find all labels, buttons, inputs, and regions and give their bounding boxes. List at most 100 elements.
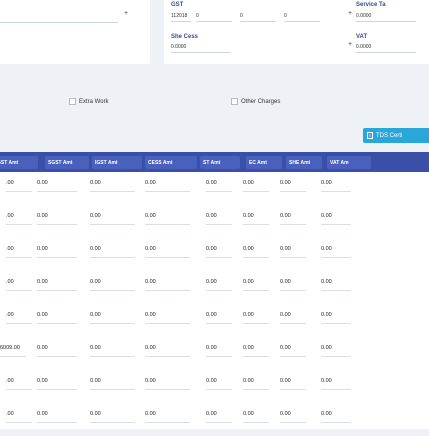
table-cell[interactable]: 0.00 <box>243 279 269 291</box>
column-header[interactable]: GST Amt <box>0 156 38 169</box>
table-cell[interactable]: 0.00 <box>280 345 306 357</box>
table-cell[interactable]: 0.00 <box>90 279 135 291</box>
table-cell[interactable]: 0.00 <box>37 180 77 192</box>
table-cell[interactable]: 0.00 <box>280 180 306 192</box>
service-tax-underline <box>356 21 416 22</box>
table-cell[interactable]: 0.00 <box>90 411 135 423</box>
table-cell[interactable]: 0.00 <box>37 279 77 291</box>
gst-value-4[interactable]: 0 <box>284 13 287 19</box>
cell-value: 0.00 <box>90 411 101 417</box>
table-cell[interactable]: 0.00 <box>37 411 77 423</box>
tds-certificate-button[interactable]: ≡ TDS Certi <box>363 128 429 143</box>
table-cell[interactable]: 0.00 <box>280 312 306 324</box>
cell-value: 0.00 <box>280 279 291 285</box>
table-cell[interactable]: 0.00 <box>243 411 269 423</box>
table-cell[interactable]: .00 <box>6 213 32 225</box>
table-cell[interactable]: 0.00 <box>243 345 269 357</box>
checkbox-box[interactable] <box>69 98 76 105</box>
table-cell[interactable]: .00 <box>6 378 32 390</box>
table-cell[interactable]: .00 <box>6 312 32 324</box>
table-cell[interactable]: .00 <box>6 180 32 192</box>
add-service-tax-plus[interactable]: + <box>348 10 352 17</box>
table-cell[interactable]: 0.00 <box>206 411 232 423</box>
table-cell[interactable]: 0.00 <box>206 378 232 390</box>
column-header[interactable]: SGST Amt <box>45 156 89 169</box>
table-cell[interactable]: 0.00 <box>90 378 135 390</box>
table-cell[interactable]: .00 <box>6 246 32 258</box>
table-cell[interactable]: 0.00 <box>280 378 306 390</box>
table-cell[interactable]: 0.00 <box>90 312 135 324</box>
table-cell[interactable]: 0.00 <box>37 246 77 258</box>
table-cell[interactable]: 0.00 <box>321 411 351 423</box>
table-cell[interactable]: 0.00 <box>206 213 232 225</box>
table-cell[interactable]: 0.00 <box>321 378 351 390</box>
table-cell[interactable]: 0.00 <box>37 345 77 357</box>
table-cell[interactable]: 0.00 <box>321 279 351 291</box>
table-cell[interactable]: 0.00 <box>206 312 232 324</box>
table-cell[interactable]: .00 <box>6 411 32 423</box>
table-cell[interactable]: 0.00 <box>243 378 269 390</box>
column-header[interactable]: ST Amt <box>200 156 240 169</box>
table-cell[interactable]: 0.00 <box>280 213 306 225</box>
table-cell[interactable]: 0.00 <box>145 279 190 291</box>
cell-value: 0.00 <box>321 411 332 417</box>
table-cell[interactable]: 0.00 <box>321 312 351 324</box>
vat-underline <box>356 52 416 53</box>
table-cell[interactable]: 0.00 <box>243 180 269 192</box>
cell-value: 0.00 <box>206 312 217 318</box>
table-cell[interactable]: 0.00 <box>145 213 190 225</box>
cell-value: 0.00 <box>243 411 254 417</box>
table-cell[interactable]: 0.00 <box>145 180 190 192</box>
tax-form-panel: GST 112018 0 0 0 + Service Ta 0.0000 She… <box>164 0 429 64</box>
add-left-plus[interactable]: + <box>124 10 128 17</box>
table-cell[interactable]: 0.00 <box>206 279 232 291</box>
table-cell[interactable]: 0.00 <box>90 180 135 192</box>
column-header[interactable]: VAT Am <box>327 156 371 169</box>
table-cell[interactable]: 0.00 <box>90 246 135 258</box>
cell-value: 0.00 <box>243 246 254 252</box>
cell-value: 0.00 <box>206 180 217 186</box>
table-cell[interactable]: 0.00 <box>243 312 269 324</box>
table-cell[interactable]: 0.00 <box>243 213 269 225</box>
gst-value-1[interactable]: 112018 <box>171 13 187 19</box>
table-cell[interactable]: 0.00 <box>90 213 135 225</box>
table-cell[interactable]: 0.00 <box>321 180 351 192</box>
table-cell[interactable]: 0.00 <box>145 345 190 357</box>
add-vat-plus[interactable]: + <box>348 41 352 48</box>
gst-value-2[interactable]: 0 <box>196 13 199 19</box>
table-cell[interactable]: 6009.00 <box>0 345 26 357</box>
table-cell[interactable]: 0.00 <box>145 411 190 423</box>
column-header[interactable]: CESS Amt <box>145 156 197 169</box>
table-cell[interactable]: 0.00 <box>206 180 232 192</box>
checkbox-box[interactable] <box>231 98 238 105</box>
table-cell[interactable]: 0.00 <box>280 279 306 291</box>
cell-value: 6009.00 <box>0 345 20 351</box>
she-cess-value[interactable]: 0.0000 <box>171 44 186 50</box>
table-cell[interactable]: 0.00 <box>206 345 232 357</box>
table-cell[interactable]: 0.00 <box>280 411 306 423</box>
table-cell[interactable]: 0.00 <box>321 246 351 258</box>
column-header[interactable]: EC Amt <box>246 156 282 169</box>
column-header[interactable]: IGST Amt <box>92 156 142 169</box>
vat-value[interactable]: 0.0000 <box>356 44 371 50</box>
table-cell[interactable]: 0.00 <box>37 213 77 225</box>
cell-value: 0.00 <box>280 213 291 219</box>
table-cell[interactable]: 0.00 <box>145 378 190 390</box>
extra-work-checkbox[interactable]: Extra Work <box>69 98 109 105</box>
other-charges-checkbox[interactable]: Other Charges <box>231 98 280 105</box>
service-tax-value[interactable]: 0.0000 <box>356 13 371 19</box>
column-header[interactable]: SHE Amt <box>286 156 322 169</box>
table-cell[interactable]: .00 <box>6 279 32 291</box>
table-cell[interactable]: 0.00 <box>243 246 269 258</box>
table-cell[interactable]: 0.00 <box>145 312 190 324</box>
table-cell[interactable]: 0.00 <box>145 246 190 258</box>
table-cell[interactable]: 0.00 <box>321 213 351 225</box>
table-cell[interactable]: 0.00 <box>37 378 77 390</box>
left-field-underline[interactable] <box>0 22 118 23</box>
table-cell[interactable]: 0.00 <box>206 246 232 258</box>
table-cell[interactable]: 0.00 <box>90 345 135 357</box>
gst-value-3[interactable]: 0 <box>240 13 243 19</box>
table-cell[interactable]: 0.00 <box>321 345 351 357</box>
table-cell[interactable]: 0.00 <box>37 312 77 324</box>
table-cell[interactable]: 0.00 <box>280 246 306 258</box>
